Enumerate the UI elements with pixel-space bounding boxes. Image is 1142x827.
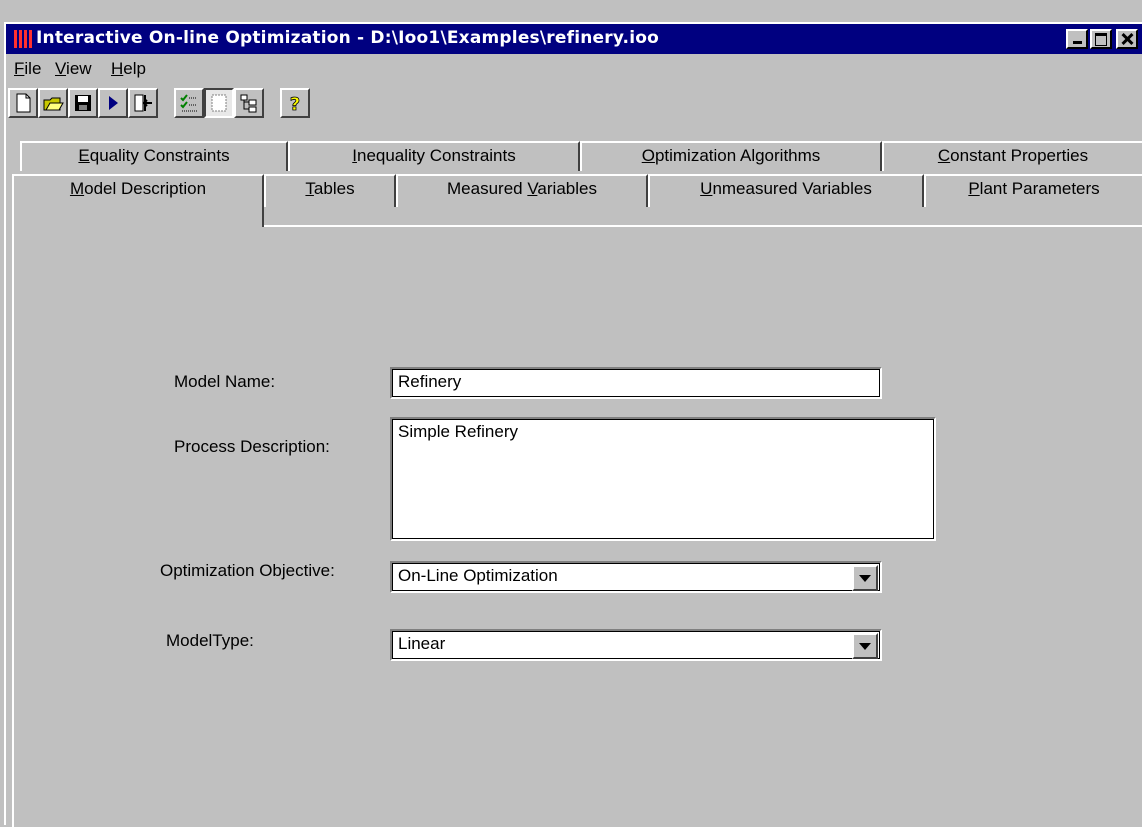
model-type-value: Linear — [398, 634, 446, 653]
run-button[interactable] — [98, 88, 128, 118]
tree-view-button[interactable] — [234, 88, 264, 118]
tab-plant-parameters[interactable]: Plant Parameters — [924, 174, 1142, 207]
tab-equality-constraints[interactable]: Equality Constraints — [20, 141, 288, 171]
description-view-button[interactable] — [204, 88, 234, 118]
model-type-label: ModelType: — [166, 631, 254, 650]
svg-text:?: ? — [290, 94, 300, 114]
chevron-down-icon[interactable] — [852, 633, 878, 659]
blank-page-icon — [211, 94, 227, 112]
check-list-icon — [180, 94, 197, 112]
tree-view-icon — [240, 94, 257, 113]
tab-model-description[interactable]: Model Description — [12, 174, 264, 227]
tab-constant-properties[interactable]: Constant Properties — [882, 141, 1142, 171]
process-description-label: Process Description: — [174, 437, 330, 456]
save-button[interactable] — [68, 88, 98, 118]
process-description-textarea[interactable]: Simple Refinery — [390, 417, 936, 541]
tab-unmeasured-variables[interactable]: Unmeasured Variables — [648, 174, 924, 207]
menu-bar: File View Help — [6, 56, 1142, 82]
open-folder-icon — [43, 97, 64, 111]
check-list-button[interactable] — [174, 88, 204, 118]
menu-help[interactable]: Help — [111, 59, 146, 79]
save-icon — [75, 95, 91, 111]
menu-file[interactable]: File — [14, 59, 41, 79]
exit-button[interactable] — [128, 88, 158, 118]
close-button[interactable] — [1116, 29, 1138, 49]
toolbar: ? — [6, 85, 1142, 123]
model-name-label: Model Name: — [174, 372, 276, 391]
tab-tables[interactable]: Tables — [264, 174, 396, 207]
optimization-objective-select[interactable]: On-Line Optimization — [390, 561, 882, 593]
minimize-button[interactable] — [1066, 29, 1088, 49]
optimization-objective-value: On-Line Optimization — [398, 566, 558, 585]
new-file-icon — [16, 93, 31, 113]
window-title: Interactive On-line Optimization - D:\Io… — [36, 28, 659, 48]
tab-inequality-constraints[interactable]: Inequality Constraints — [288, 141, 580, 171]
menu-view[interactable]: View — [55, 59, 92, 79]
chevron-down-icon[interactable] — [852, 565, 878, 591]
help-button[interactable]: ? — [280, 88, 310, 118]
optimization-objective-label: Optimization Objective: — [160, 561, 335, 580]
maximize-button[interactable] — [1090, 29, 1112, 49]
tab-measured-variables[interactable]: Measured Variables — [396, 174, 648, 207]
open-button[interactable] — [38, 88, 68, 118]
main-window: Interactive On-line Optimization - D:\Io… — [4, 22, 1142, 827]
new-file-button[interactable] — [8, 88, 38, 118]
model-type-select[interactable]: Linear — [390, 629, 882, 661]
exit-icon — [134, 94, 152, 112]
run-icon — [109, 96, 118, 110]
app-icon — [14, 30, 32, 48]
model-name-input[interactable]: Refinery — [390, 367, 882, 399]
tab-optimization-algorithms[interactable]: Optimization Algorithms — [580, 141, 882, 171]
title-bar[interactable]: Interactive On-line Optimization - D:\Io… — [6, 24, 1142, 54]
model-description-panel: Model Name: Refinery Process Description… — [12, 225, 1142, 827]
help-icon: ? — [289, 94, 300, 114]
